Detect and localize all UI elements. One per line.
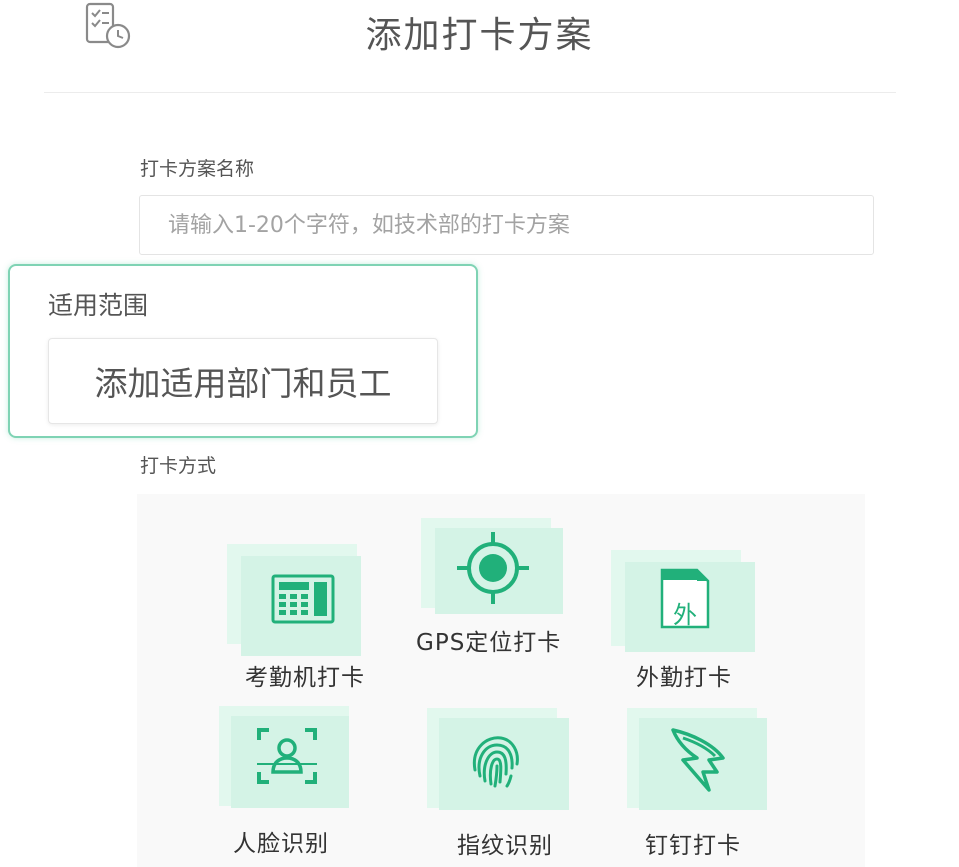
- gps-target-icon: [457, 532, 529, 604]
- add-scope-button[interactable]: 添加适用部门和员工: [48, 338, 438, 424]
- header-divider: [44, 92, 896, 93]
- field-badge-char: 外: [673, 601, 697, 629]
- method-fingerprint[interactable]: 指纹识别: [427, 708, 587, 859]
- plan-name-label: 打卡方案名称: [140, 158, 255, 180]
- method-label-field-work: 外勤打卡: [636, 665, 732, 691]
- method-label-dingtalk: 钉钉打卡: [645, 833, 741, 859]
- method-gps[interactable]: GPS定位打卡: [416, 516, 589, 656]
- dingtalk-wing-icon: [671, 728, 725, 792]
- attendance-machine-icon: [271, 574, 335, 624]
- method-label-attendance-machine: 考勤机打卡: [245, 665, 365, 691]
- method-label-gps: GPS定位打卡: [416, 630, 562, 656]
- face-scan-icon: [257, 728, 317, 784]
- method-label: 打卡方式: [140, 455, 217, 477]
- method-face[interactable]: 人脸识别: [219, 706, 379, 857]
- fingerprint-icon: [472, 736, 519, 788]
- scope-card: 适用范围 添加适用部门和员工: [8, 264, 478, 438]
- method-label-fingerprint: 指纹识别: [457, 833, 553, 859]
- page-title: 添加打卡方案: [365, 15, 594, 56]
- method-attendance-machine[interactable]: 考勤机打卡: [227, 544, 387, 694]
- method-dingtalk[interactable]: 钉钉打卡: [627, 708, 787, 859]
- method-field-work[interactable]: 外 外勤打卡: [611, 550, 771, 691]
- scope-title: 适用范围: [48, 291, 149, 320]
- plan-name-input[interactable]: [139, 195, 874, 255]
- methods-panel: 考勤机打卡 GPS定位打卡 外 外勤打卡 人脸识别 指纹识别 钉钉打卡: [137, 494, 865, 867]
- method-label-face: 人脸识别: [233, 831, 329, 857]
